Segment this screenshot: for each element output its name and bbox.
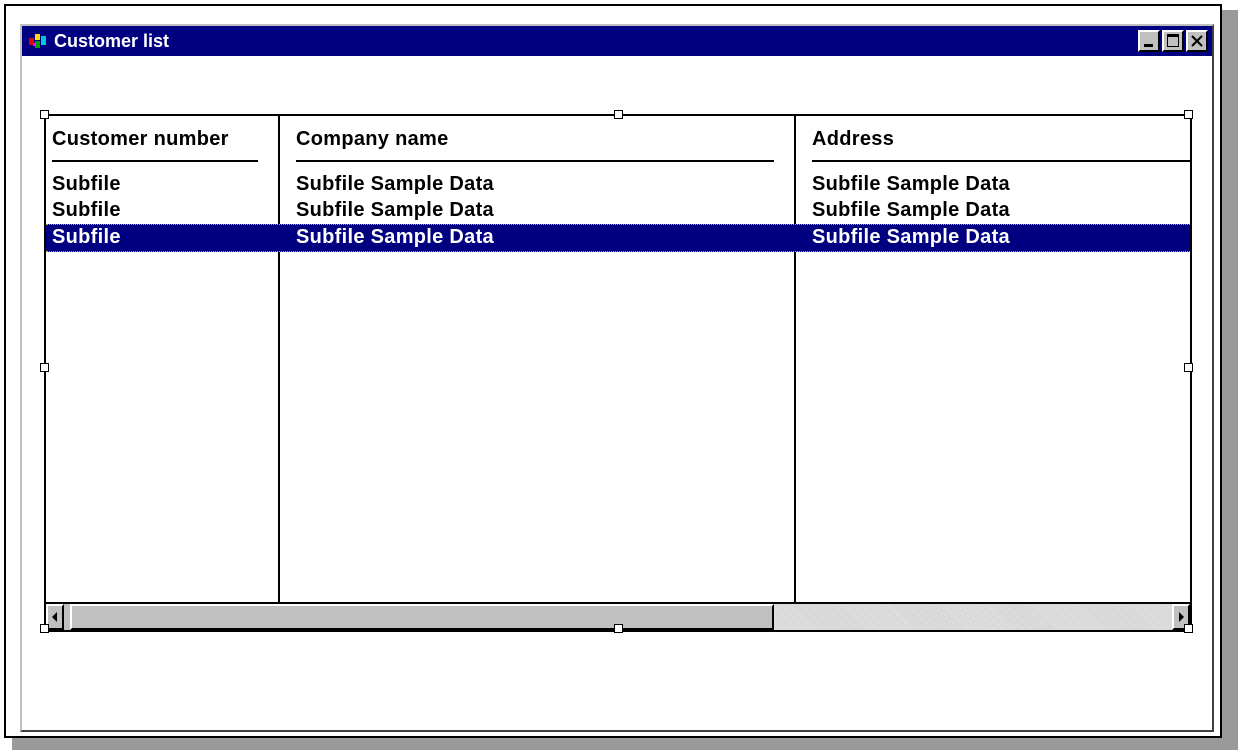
cell-company-name: Subfile Sample Data xyxy=(296,173,494,195)
cell-customer-number: Subfile xyxy=(52,226,121,248)
minimize-button[interactable] xyxy=(1138,30,1160,52)
resize-handle[interactable] xyxy=(40,363,49,372)
resize-handle[interactable] xyxy=(1184,363,1193,372)
resize-handle[interactable] xyxy=(40,110,49,119)
column-header-address[interactable]: Address xyxy=(812,128,894,151)
column-header-company-name[interactable]: Company name xyxy=(296,128,449,151)
table-row[interactable]: Subfile Subfile Sample Data Subfile Samp… xyxy=(46,172,1190,198)
cell-address: Subfile Sample Data xyxy=(812,173,1010,195)
scrollbar-track[interactable] xyxy=(774,604,1172,630)
cell-address: Subfile Sample Data xyxy=(812,226,1010,248)
resize-handle[interactable] xyxy=(614,110,623,119)
close-icon xyxy=(1191,35,1203,47)
subfile-grid[interactable]: Customer number Company name Address Sub… xyxy=(44,114,1192,632)
cell-customer-number: Subfile xyxy=(52,199,121,221)
arrow-left-icon xyxy=(52,612,57,622)
customer-list-window: Customer list Customer number Company na… xyxy=(20,24,1214,732)
scrollbar-thumb[interactable] xyxy=(70,604,774,630)
header-underline xyxy=(52,160,258,162)
header-underline xyxy=(812,160,1190,162)
cell-company-name: Subfile Sample Data xyxy=(296,226,494,248)
table-row-selected[interactable]: Subfile Subfile Sample Data Subfile Samp… xyxy=(46,224,1190,252)
window-title: Customer list xyxy=(54,31,170,51)
title-bar[interactable]: Customer list xyxy=(22,26,1212,56)
cell-company-name: Subfile Sample Data xyxy=(296,199,494,221)
maximize-button[interactable] xyxy=(1162,30,1184,52)
column-header-customer-number[interactable]: Customer number xyxy=(52,128,229,151)
app-icon[interactable] xyxy=(28,31,48,51)
header-underline xyxy=(296,160,774,162)
resize-handle[interactable] xyxy=(1184,110,1193,119)
resize-handle[interactable] xyxy=(1184,624,1193,633)
resize-handle[interactable] xyxy=(40,624,49,633)
cell-address: Subfile Sample Data xyxy=(812,199,1010,221)
cell-customer-number: Subfile xyxy=(52,173,121,195)
close-button[interactable] xyxy=(1186,30,1208,52)
resize-handle[interactable] xyxy=(614,624,623,633)
table-row[interactable]: Subfile Subfile Sample Data Subfile Samp… xyxy=(46,198,1190,224)
